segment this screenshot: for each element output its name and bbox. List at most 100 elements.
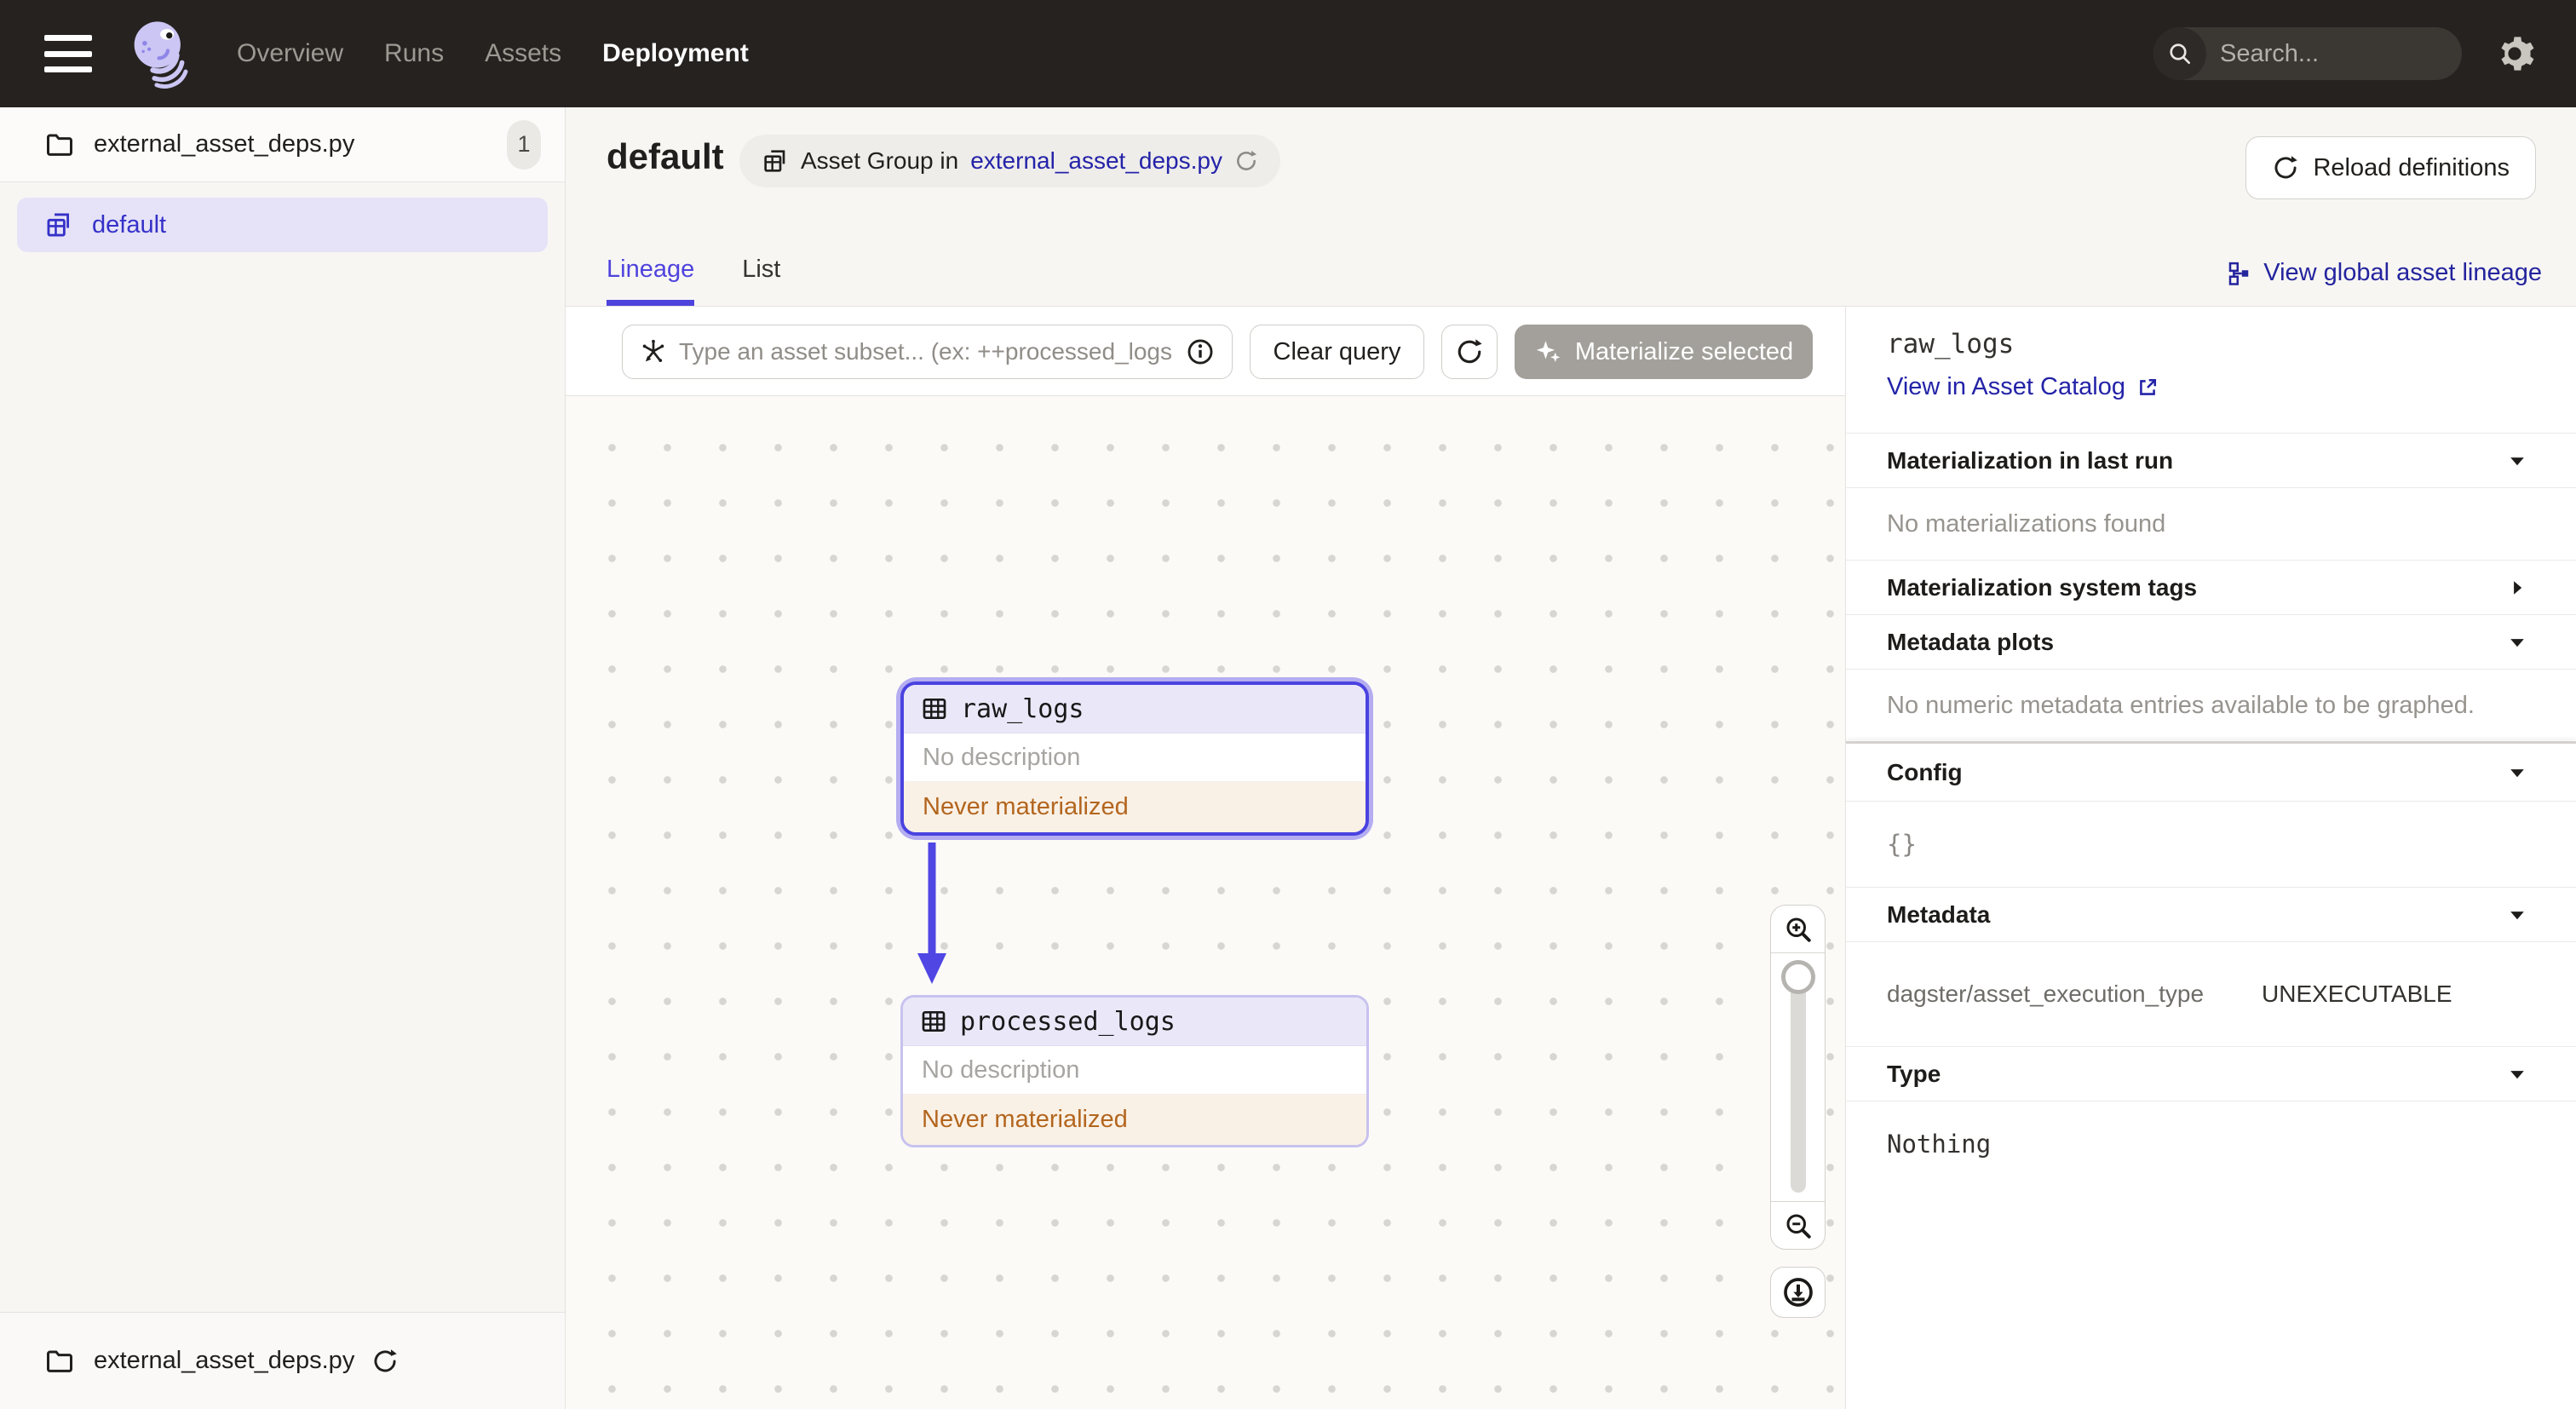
- dagster-app: Overview Runs Assets Deployment /: [0, 0, 2576, 1409]
- tab-list[interactable]: List: [742, 256, 780, 306]
- gear-icon[interactable]: [2494, 33, 2535, 74]
- section-metadata[interactable]: Metadata: [1846, 888, 2576, 941]
- asset-description: No description: [904, 733, 1366, 782]
- zoom-in-button[interactable]: [1771, 906, 1825, 953]
- section-label: Metadata plots: [1887, 628, 2055, 655]
- view-in-asset-catalog-link[interactable]: View in Asset Catalog: [1887, 373, 2159, 401]
- table-icon: [923, 699, 946, 719]
- section-materialization-system-tags[interactable]: Materialization system tags: [1846, 561, 2576, 614]
- global-lineage-label: View global asset lineage: [2263, 259, 2542, 286]
- refresh-icon[interactable]: [371, 1348, 399, 1375]
- badge-prefix: Asset Group in: [801, 147, 959, 174]
- asset-panel-title: raw_logs: [1887, 329, 2015, 359]
- refresh-graph-button[interactable]: [1441, 325, 1498, 379]
- asset-subset-input[interactable]: [679, 338, 1174, 365]
- recenter-icon: [1783, 1278, 1813, 1307]
- chevron-down-icon: [2510, 638, 2524, 647]
- section-type[interactable]: Type: [1846, 1047, 2576, 1101]
- sidebar-item-default-group[interactable]: default: [17, 198, 548, 252]
- recenter-view-button[interactable]: [1770, 1267, 1826, 1318]
- dagster-logo-icon[interactable]: [126, 14, 198, 93]
- zoom-out-icon: [1786, 1214, 1811, 1239]
- asset-node-header: processed_logs: [903, 998, 1366, 1046]
- zoom-slider-thumb[interactable]: [1780, 960, 1815, 994]
- asset-node-raw-logs[interactable]: raw_logs No description Never materializ…: [896, 677, 1373, 840]
- section-label: Materialization system tags: [1887, 573, 2198, 601]
- metadata-value: UNEXECUTABLE: [2262, 981, 2452, 1007]
- tab-bar: Lineage List: [607, 256, 780, 306]
- chevron-down-icon: [2510, 768, 2524, 777]
- search-input[interactable]: [2206, 39, 2462, 68]
- sidebar-group-label: default: [92, 210, 167, 239]
- folder-icon: [47, 1350, 72, 1372]
- asset-status-badge: Never materialized: [903, 1095, 1366, 1145]
- sparkles-icon: [1536, 341, 1561, 363]
- asset-count-badge: 1: [507, 119, 541, 170]
- sidebar-code-location[interactable]: external_asset_deps.py 1: [0, 107, 565, 182]
- asset-node-processed-logs[interactable]: processed_logs No description Never mate…: [900, 995, 1369, 1147]
- asset-name: processed_logs: [960, 1006, 1176, 1037]
- page-header: default Asset Group in external_asset_de…: [566, 107, 2576, 307]
- no-materializations-text: No materializations found: [1887, 509, 2166, 538]
- lineage-toolbar: Clear query Materialize selected: [566, 307, 1845, 396]
- nav-item-runs[interactable]: Runs: [384, 39, 444, 68]
- asset-group-badge: Asset Group in external_asset_deps.py: [739, 135, 1280, 187]
- section-label: Type: [1887, 1060, 1941, 1087]
- zoom-out-button[interactable]: [1771, 1201, 1825, 1249]
- asset-group-icon: [47, 213, 70, 237]
- materialize-selected-label: Materialize selected: [1574, 337, 1794, 365]
- asset-node-header: raw_logs: [904, 685, 1366, 733]
- type-value: Nothing: [1887, 1130, 1992, 1159]
- chevron-down-icon: [2510, 457, 2524, 465]
- section-metadata-plots[interactable]: Metadata plots: [1846, 615, 2576, 669]
- refresh-icon[interactable]: [1234, 149, 1258, 173]
- asset-description: No description: [903, 1046, 1366, 1095]
- footer-code-location-label: external_asset_deps.py: [94, 1347, 355, 1374]
- section-materialization-last-run[interactable]: Materialization in last run: [1846, 434, 2576, 487]
- asset-subset-query[interactable]: [622, 325, 1233, 379]
- code-location-label: external_asset_deps.py: [94, 130, 355, 158]
- external-link-icon: [2140, 378, 2157, 395]
- info-icon[interactable]: [1186, 337, 1215, 366]
- sidebar-footer: external_asset_deps.py: [0, 1312, 565, 1409]
- view-global-asset-lineage-link[interactable]: View global asset lineage: [2226, 259, 2542, 287]
- lineage-edge-arrow: [917, 843, 946, 984]
- badge-code-location-link[interactable]: external_asset_deps.py: [970, 147, 1222, 175]
- hamburger-menu-icon[interactable]: [44, 35, 92, 72]
- chevron-down-icon: [2510, 911, 2524, 919]
- zoom-controls: [1770, 905, 1826, 1250]
- clear-query-button[interactable]: Clear query: [1250, 325, 1424, 379]
- asset-name: raw_logs: [961, 693, 1084, 724]
- section-config[interactable]: Config: [1846, 744, 2576, 801]
- tab-lineage[interactable]: Lineage: [607, 256, 695, 306]
- section-label: Metadata: [1887, 900, 1991, 928]
- lineage-graph-canvas[interactable]: raw_logs No description Never materializ…: [566, 396, 1845, 1409]
- reload-definitions-label: Reload definitions: [2313, 153, 2510, 181]
- section-label: Materialization in last run: [1887, 446, 2174, 474]
- asset-status-badge: Never materialized: [904, 782, 1366, 832]
- op-selector-icon: [642, 339, 664, 362]
- search-icon: [2153, 27, 2206, 80]
- chevron-right-icon: [2514, 580, 2522, 595]
- refresh-icon: [2274, 156, 2298, 179]
- refresh-icon: [1458, 339, 1482, 364]
- reload-definitions-button[interactable]: Reload definitions: [2245, 136, 2536, 199]
- sidebar: external_asset_deps.py 1 default externa…: [0, 107, 566, 1409]
- zoom-slider-track[interactable]: [1790, 972, 1806, 1193]
- metadata-key: dagster/asset_execution_type: [1887, 981, 2205, 1007]
- nav-links: Overview Runs Assets Deployment: [237, 39, 749, 68]
- nav-item-overview[interactable]: Overview: [237, 39, 343, 68]
- zoom-slider[interactable]: [1771, 953, 1825, 1201]
- section-label: Config: [1887, 758, 1963, 785]
- folder-icon: [47, 134, 72, 156]
- materialize-selected-button[interactable]: Materialize selected: [1515, 325, 1813, 379]
- top-nav: Overview Runs Assets Deployment /: [0, 0, 2576, 107]
- nav-item-assets[interactable]: Assets: [485, 39, 561, 68]
- metadata-table-row: dagster/asset_execution_type UNEXECUTABL…: [1846, 942, 2576, 1046]
- lineage-graph-icon: [2229, 262, 2249, 285]
- catalog-link-label: View in Asset Catalog: [1887, 373, 2125, 400]
- asset-group-icon: [764, 150, 785, 172]
- asset-details-panel: raw_logs View in Asset Catalog Materiali…: [1845, 307, 2576, 1409]
- search-box[interactable]: /: [2153, 27, 2462, 80]
- nav-item-deployment[interactable]: Deployment: [602, 39, 749, 68]
